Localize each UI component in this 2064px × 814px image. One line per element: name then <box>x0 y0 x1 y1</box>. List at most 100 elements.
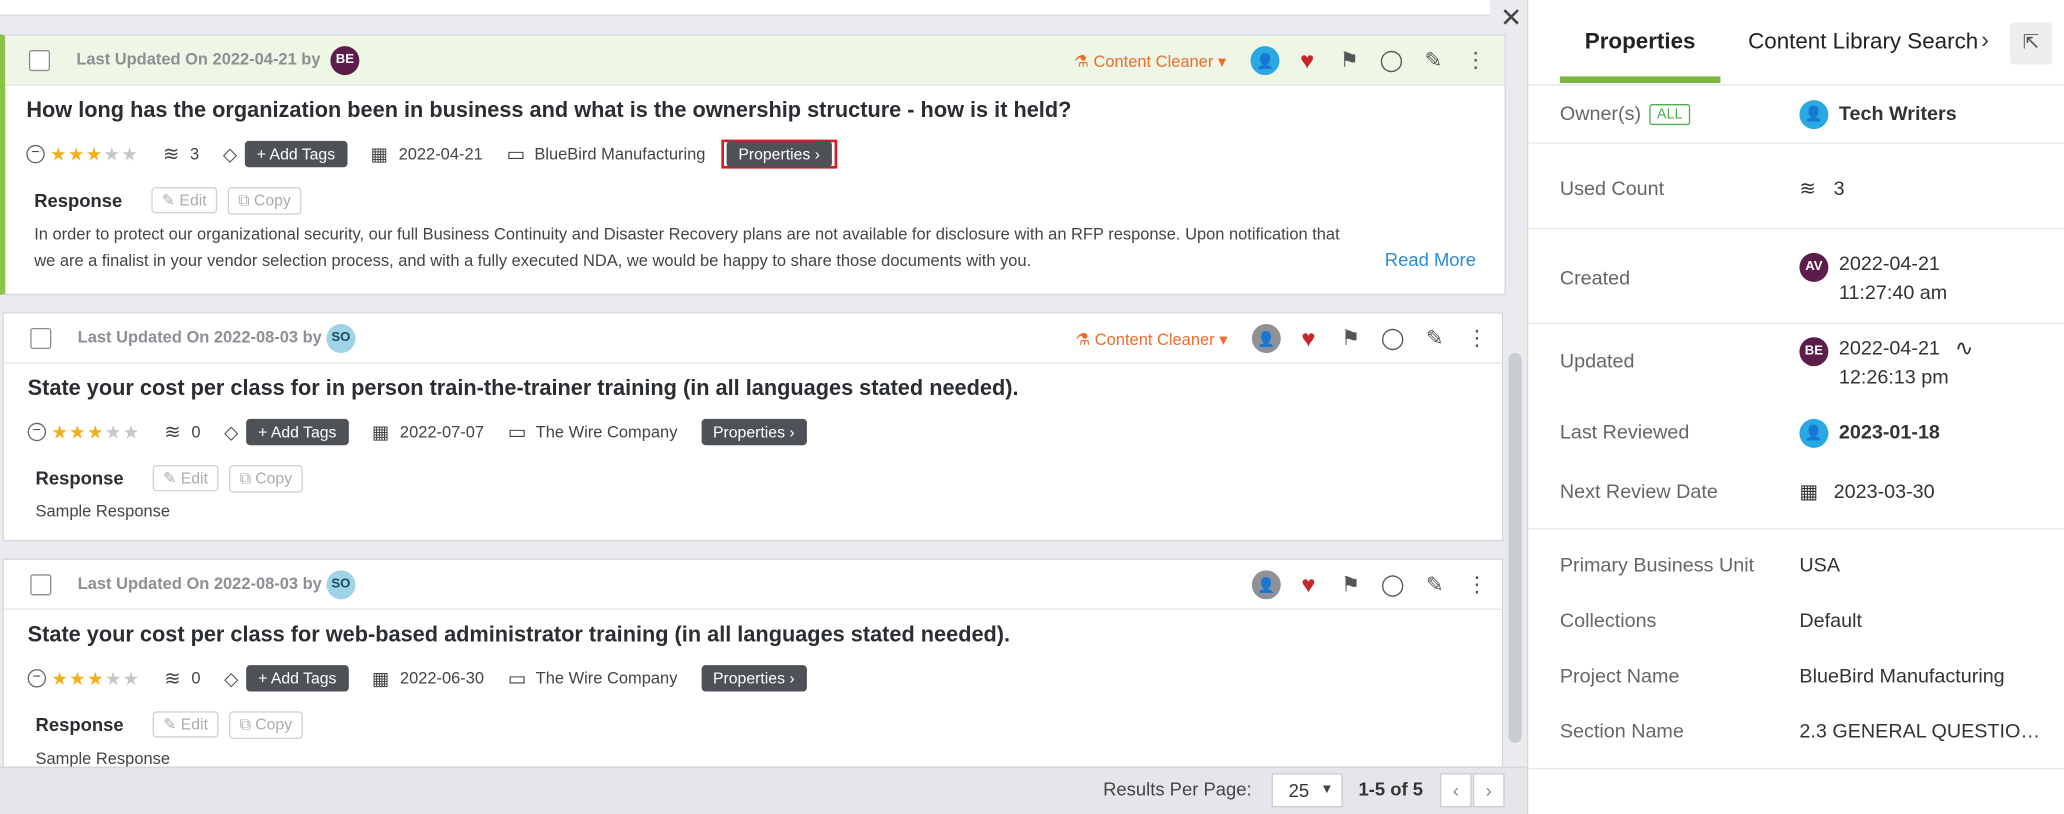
used-count-value: 3 <box>1833 177 1845 201</box>
calendar-icon: ▦ <box>1799 480 1819 504</box>
heart-icon[interactable]: ♥ <box>1293 46 1322 75</box>
pencil-icon[interactable]: ✎ <box>1420 324 1449 353</box>
response-text: Sample Response <box>35 501 171 521</box>
avatar: AV <box>1799 252 1829 282</box>
team-icon: 👤 <box>1799 100 1829 130</box>
close-icon[interactable]: ✕ <box>1498 5 1524 31</box>
content-list: Last Updated On 2022-04-21 by BE ⚗ Conte… <box>0 0 1527 814</box>
add-tags-button[interactable]: + Add Tags <box>244 140 347 168</box>
pagination-footer: Results Per Page: 25 ▼ 1-5 of 5 ‹ › <box>0 766 1527 814</box>
project-name-value: BlueBird Manufacturing <box>1799 665 2005 688</box>
used-count-row: Used Count ≋ 3 <box>1528 144 2064 230</box>
used-count-label: Used Count <box>1559 177 1665 201</box>
last-updated-text: Last Updated On 2022-08-03 by <box>77 574 322 593</box>
folder-icon: ▭ <box>507 421 527 444</box>
assign-user-icon[interactable]: 👤 <box>1251 570 1281 600</box>
active-tab-indicator <box>1559 76 1721 83</box>
calendar-icon: ▦ <box>371 667 390 689</box>
properties-button[interactable]: Properties › <box>701 665 807 692</box>
star-rating[interactable]: ★★★★★ <box>51 421 140 443</box>
read-more-link[interactable]: Read More <box>1385 249 1476 270</box>
content-cleaner-dropdown[interactable]: ⚗ Content Cleaner ▾ <box>1074 51 1226 71</box>
minus-circle-icon[interactable]: − <box>27 669 47 688</box>
content-card[interactable]: Last Updated On 2022-08-03 by SO ⚗ Conte… <box>2 312 1504 542</box>
primary-business-unit-value: USA <box>1799 554 1841 577</box>
add-tags-button[interactable]: + Add Tags <box>246 665 349 692</box>
collections-value: Default <box>1799 609 1862 633</box>
minus-circle-icon[interactable]: − <box>27 422 47 442</box>
pencil-icon[interactable]: ✎ <box>1420 570 1449 599</box>
heart-icon[interactable]: ♥ <box>1294 570 1323 599</box>
calendar-icon: ▦ <box>371 420 390 442</box>
pencil-icon[interactable]: ✎ <box>1419 46 1448 75</box>
owners-row: Owner(s) ALL 👤 Tech Writers <box>1528 86 2064 144</box>
last-reviewed-label: Last Reviewed <box>1559 421 1690 444</box>
activity-icon[interactable]: ∿ <box>1955 336 1974 362</box>
folder-icon: ▭ <box>506 143 526 166</box>
updated-row: Updated BE 2022-04-21 ∿ 12:26:13 pm <box>1528 324 2064 406</box>
edit-button[interactable]: ✎ Edit <box>152 711 219 738</box>
flag-icon[interactable]: ⚑ <box>1336 570 1365 599</box>
response-label: Response <box>34 189 123 211</box>
results-per-page-label: Results Per Page: <box>1103 778 1252 800</box>
star-rating[interactable]: ★★★★★ <box>51 667 140 689</box>
star-rating[interactable]: ★★★★★ <box>50 143 139 165</box>
tab-content-library-search[interactable]: Content Library Search <box>1748 29 1980 55</box>
caret-down-icon: ▾ <box>1219 330 1228 350</box>
prev-page-button[interactable]: ‹ <box>1440 773 1472 808</box>
more-vertical-icon[interactable]: ⋮ <box>1462 324 1491 353</box>
card-actions: 👤 ♥ ⚑ ◯ ✎ ⋮ <box>1251 570 1492 600</box>
card-header: Last Updated On 2022-08-03 by SO 👤 ♥ ⚑ ◯… <box>3 560 1502 610</box>
export-icon[interactable]: ⇱ <box>2010 22 2053 65</box>
select-checkbox[interactable] <box>30 574 52 596</box>
per-page-select[interactable]: 25 ▼ <box>1271 773 1343 808</box>
assign-user-icon[interactable]: 👤 <box>1251 324 1281 353</box>
copy-button[interactable]: ⧉ Copy <box>227 186 302 215</box>
response-label: Response <box>35 467 124 489</box>
assign-user-icon[interactable]: 👤 <box>1250 46 1280 76</box>
collections-label: Collections <box>1559 609 1657 633</box>
question-title[interactable]: How long has the organization been in bu… <box>26 99 1071 124</box>
comment-icon[interactable]: ◯ <box>1377 46 1406 75</box>
created-label: Created <box>1559 267 1631 290</box>
more-vertical-icon[interactable]: ⋮ <box>1461 46 1490 75</box>
comment-icon[interactable]: ◯ <box>1378 324 1407 353</box>
question-title[interactable]: State your cost per class for in person … <box>28 377 1019 402</box>
card-header: Last Updated On 2022-04-21 by BE ⚗ Conte… <box>5 35 1505 86</box>
flag-icon[interactable]: ⚑ <box>1336 324 1365 353</box>
tab-properties[interactable]: Properties <box>1560 29 1721 55</box>
project-name: BlueBird Manufacturing <box>534 144 706 164</box>
updated-time: 12:26:13 pm <box>1838 366 1949 389</box>
chevron-right-icon[interactable]: › <box>1981 26 1989 54</box>
next-page-button[interactable]: › <box>1472 773 1505 808</box>
select-checkbox[interactable] <box>28 50 51 72</box>
copy-button[interactable]: ⧉ Copy <box>229 464 303 492</box>
content-cleaner-dropdown[interactable]: ⚗ Content Cleaner ▾ <box>1075 329 1227 349</box>
response-row: Response ✎ Edit ⧉ Copy <box>36 464 303 493</box>
used-count: 0 <box>191 422 201 442</box>
properties-button[interactable]: Properties › <box>701 418 807 446</box>
content-card[interactable]: Last Updated On 2022-08-03 by SO 👤 ♥ ⚑ ◯… <box>2 558 1504 783</box>
updated-date: 2022-04-21 <box>1838 337 1940 360</box>
layers-icon: ≋ <box>164 421 181 444</box>
heart-icon[interactable]: ♥ <box>1294 324 1323 353</box>
card-date: 2022-04-21 <box>398 144 483 164</box>
properties-button[interactable]: Properties › <box>726 140 832 168</box>
card-header: Last Updated On 2022-08-03 by SO ⚗ Conte… <box>3 313 1502 364</box>
add-tags-button[interactable]: + Add Tags <box>246 418 349 446</box>
copy-button[interactable]: ⧉ Copy <box>229 710 303 739</box>
scrollbar-thumb[interactable] <box>1508 352 1522 743</box>
select-checkbox[interactable] <box>30 327 52 350</box>
card-date: 2022-07-07 <box>399 422 485 442</box>
card-meta: − ★★★★★ ≋ 3 ◇ + Add Tags ▦ 2022-04-21 ▭ … <box>26 138 838 170</box>
minus-circle-icon[interactable]: − <box>26 144 45 164</box>
comment-icon[interactable]: ◯ <box>1378 570 1407 599</box>
edit-button[interactable]: ✎ Edit <box>151 187 218 214</box>
project-name-label: Project Name <box>1559 665 1680 688</box>
response-row: Response ✎ Edit ⧉ Copy <box>36 710 303 739</box>
question-title[interactable]: State your cost per class for web-based … <box>28 623 1010 648</box>
more-vertical-icon[interactable]: ⋮ <box>1462 570 1491 599</box>
content-card[interactable]: Last Updated On 2022-04-21 by BE ⚗ Conte… <box>0 34 1506 296</box>
edit-button[interactable]: ✎ Edit <box>152 464 219 492</box>
flag-icon[interactable]: ⚑ <box>1335 46 1364 75</box>
